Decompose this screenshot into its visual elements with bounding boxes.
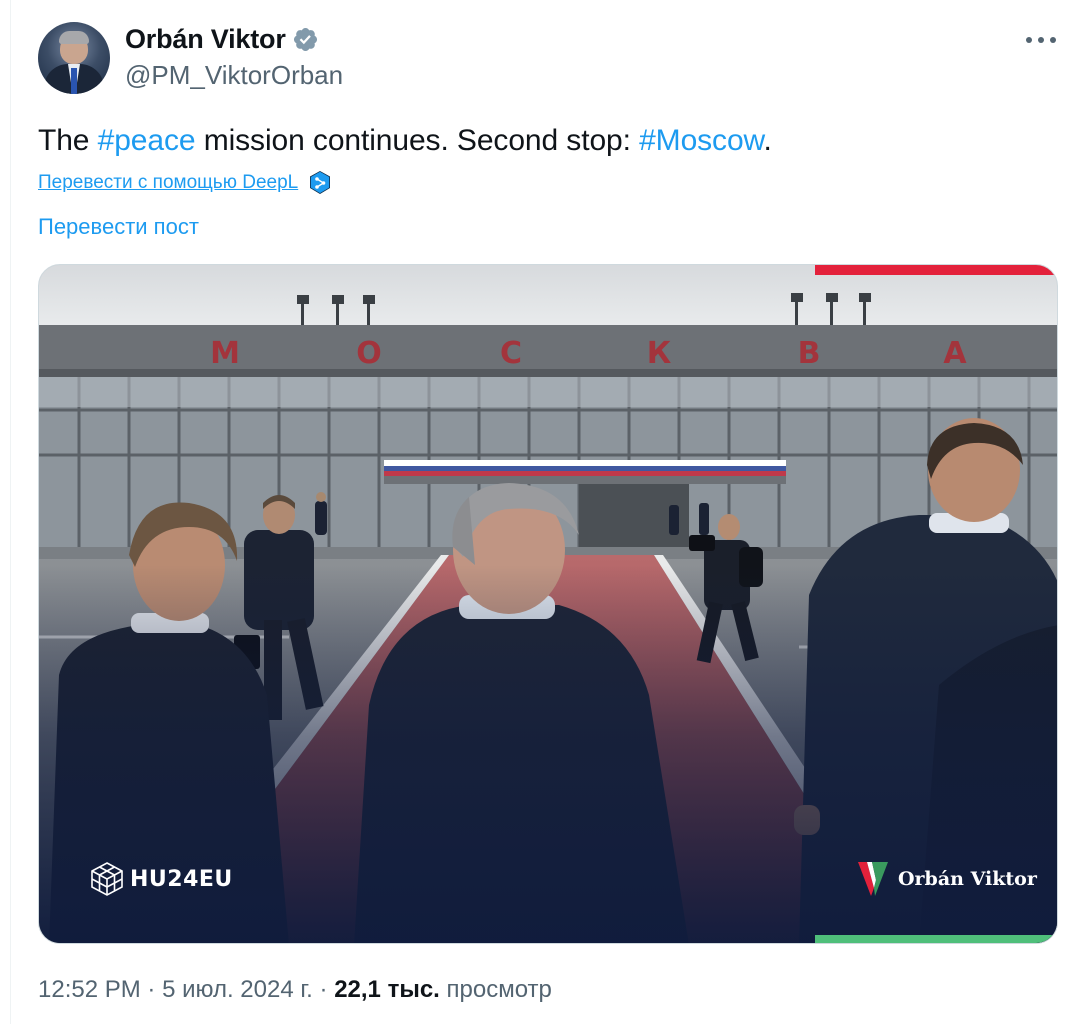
hu24eu-cube-icon xyxy=(91,862,123,896)
more-options-icon[interactable] xyxy=(1026,26,1056,54)
accent-bar-red xyxy=(815,265,1057,275)
translate-post-link[interactable]: Перевести пост xyxy=(38,214,199,240)
tweet-date[interactable]: 5 июл. 2024 г. xyxy=(162,976,313,1003)
avatar[interactable] xyxy=(38,22,110,94)
sign-letter: В xyxy=(798,336,821,371)
views-count: 22,1 тыс. xyxy=(334,976,440,1003)
meta-separator: · xyxy=(312,976,335,1003)
tweet-meta: 12:52 PM · 5 июл. 2024 г. · 22,1 тыс. пр… xyxy=(38,976,552,1004)
tweet-text-part: . xyxy=(763,124,772,157)
avatar-tie xyxy=(71,68,77,94)
tweet-text-part: mission continues. Second stop: xyxy=(195,124,640,157)
sign-letter: К xyxy=(647,336,672,371)
accent-bar-green xyxy=(815,935,1057,943)
timeline-border xyxy=(10,0,11,1024)
hashtag-moscow-link[interactable]: #Moscow xyxy=(639,124,763,157)
tweet-text: The #peace mission continues. Second sto… xyxy=(38,120,772,162)
tweet-text-part: The xyxy=(38,124,98,157)
deepl-logo-icon xyxy=(310,171,331,194)
author-name-row[interactable]: Orbán Viktor xyxy=(125,24,319,55)
sign-letter: О xyxy=(356,336,382,371)
orban-viktor-watermark: Orbán Viktor xyxy=(858,862,1037,896)
sign-letter: А xyxy=(943,336,967,371)
hu24eu-text: HU24EU xyxy=(130,866,233,892)
more-dot xyxy=(1038,37,1044,43)
orban-viktor-watermark-text: Orbán Viktor xyxy=(898,868,1037,890)
author-display-name[interactable]: Orbán Viktor xyxy=(125,24,286,55)
avatar-hair xyxy=(59,31,89,44)
deepl-translate-link[interactable]: Перевести с помощью DeepL xyxy=(38,172,298,194)
verified-badge-icon xyxy=(293,27,317,52)
photo-scene: М О С К В А xyxy=(39,265,1057,943)
hashtag-peace-link[interactable]: #peace xyxy=(98,124,196,157)
sign-letter: С xyxy=(500,336,522,371)
brand-v-logo-icon xyxy=(858,862,888,896)
meta-separator: · xyxy=(140,976,163,1003)
more-dot xyxy=(1050,37,1056,43)
deepl-translate-row[interactable]: Перевести с помощью DeepL xyxy=(38,170,332,196)
hu24eu-watermark: HU24EU xyxy=(88,860,233,898)
sign-letter: М xyxy=(210,336,240,371)
more-dot xyxy=(1026,37,1032,43)
views-label: просмотр xyxy=(439,976,552,1003)
tweet-time[interactable]: 12:52 PM xyxy=(38,976,141,1003)
author-handle[interactable]: @PM_ViktorOrban xyxy=(125,60,343,91)
tweet-photo[interactable]: М О С К В А xyxy=(38,264,1058,944)
